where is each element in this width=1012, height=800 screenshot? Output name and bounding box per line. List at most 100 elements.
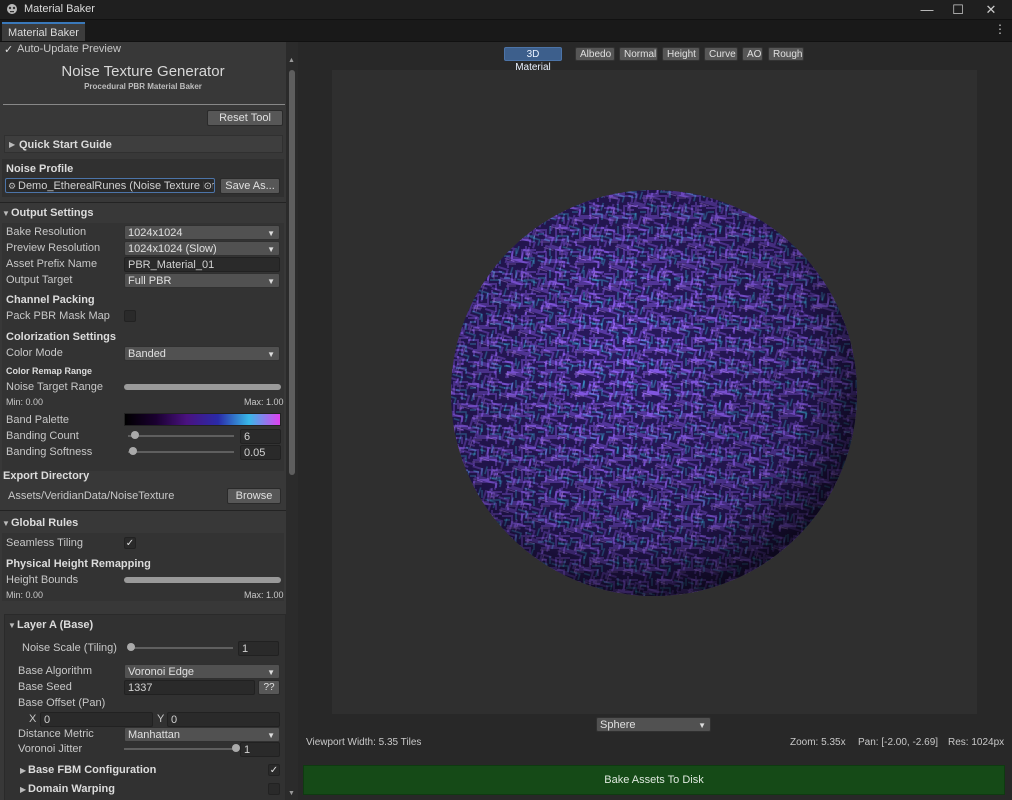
quick-start-label: Quick Start Guide (19, 139, 112, 151)
height-bounds-label: Height Bounds (6, 574, 79, 586)
domain-warping-label[interactable]: Domain Warping (28, 781, 115, 797)
tab-3d-material[interactable]: 3D Material (504, 47, 562, 73)
quick-start-foldout[interactable]: ▶ Quick Start Guide (4, 135, 283, 153)
offset-x-label: X (29, 713, 37, 725)
seamless-tiling-label: Seamless Tiling (6, 537, 84, 549)
zoom-text: Zoom: 5.35x (790, 737, 846, 748)
pack-mask-label: Pack PBR Mask Map (6, 310, 110, 322)
asset-prefix-input[interactable]: PBR_Material_01 (124, 257, 280, 272)
output-target-dropdown[interactable]: Full PBR ▼ (124, 273, 280, 288)
scroll-thumb[interactable] (289, 70, 295, 475)
band-palette-label: Band Palette (6, 414, 69, 426)
triangle-down-icon[interactable]: ▼ (8, 621, 16, 630)
tab-albedo[interactable]: Albedo (575, 47, 615, 61)
voronoi-jitter-track (124, 748, 236, 750)
pack-mask-checkbox[interactable] (124, 310, 136, 322)
chevron-down-icon: ▼ (698, 721, 706, 730)
noise-target-range-label: Noise Target Range (6, 381, 104, 393)
distance-metric-dropdown[interactable]: Manhattan ▼ (124, 727, 280, 742)
fbm-foldout-label[interactable]: Base FBM Configuration (28, 762, 156, 778)
band-palette-gradient[interactable] (124, 413, 281, 426)
base-seed-label: Base Seed (18, 681, 72, 693)
base-seed-input[interactable]: 1337 (124, 680, 255, 695)
tab-height[interactable]: Height (662, 47, 700, 61)
output-target-label: Output Target (6, 274, 73, 286)
random-seed-button[interactable]: ?? (258, 680, 280, 695)
title-bar: Material Baker — ☐ ✕ (0, 0, 1012, 20)
preview-resolution-label: Preview Resolution (6, 242, 101, 254)
banding-softness-track (128, 451, 234, 453)
tab-normal[interactable]: Normal (619, 47, 658, 61)
color-remap-heading: Color Remap Range (6, 366, 93, 376)
material-sphere (451, 190, 857, 596)
chevron-down-icon: ▼ (267, 350, 275, 359)
bake-resolution-dropdown[interactable]: 1024x1024 ▼ (124, 225, 280, 240)
tab-rough[interactable]: Rough (768, 47, 804, 61)
layer-a-heading: Layer A (Base) (17, 619, 94, 631)
banding-count-label: Banding Count (6, 430, 79, 442)
range-max-text: Max: 1.00 (244, 397, 284, 407)
offset-y-input[interactable]: 0 (167, 712, 280, 727)
noise-scale-track (131, 647, 233, 649)
tab-ao[interactable]: AO (742, 47, 763, 61)
preview-shape-dropdown[interactable]: Sphere ▼ (596, 717, 711, 732)
close-button[interactable]: ✕ (976, 0, 1006, 19)
tab-bar: Material Baker ⋮ (0, 20, 1012, 42)
preview-resolution-dropdown[interactable]: 1024x1024 (Slow) ▼ (124, 241, 280, 256)
dropdown-value: 1024x1024 (128, 227, 183, 239)
noise-target-range-slider[interactable] (124, 384, 281, 390)
save-as-button[interactable]: Save As... (220, 178, 280, 194)
banding-count-input[interactable]: 6 (240, 429, 281, 444)
browse-button[interactable]: Browse (227, 488, 281, 504)
banding-softness-label: Banding Softness (6, 446, 93, 458)
triangle-right-icon[interactable]: ▶ (20, 785, 26, 794)
checkmark-icon[interactable]: ✓ (4, 43, 13, 56)
export-path: Assets/VeridianData/NoiseTexture (8, 490, 175, 502)
voronoi-jitter-label: Voronoi Jitter (18, 743, 83, 755)
chevron-down-icon: ▼ (267, 277, 275, 286)
reset-tool-button[interactable]: Reset Tool (207, 110, 283, 126)
viewport-width-text: Viewport Width: 5.35 Tiles (306, 737, 422, 748)
divider (0, 510, 286, 511)
noise-scale-handle[interactable] (127, 643, 135, 651)
color-mode-dropdown[interactable]: Banded ▼ (124, 346, 280, 361)
domain-warping-checkbox[interactable] (268, 783, 280, 795)
chevron-down-icon: ▼ (267, 731, 275, 740)
bake-assets-button[interactable]: Bake Assets To Disk (303, 765, 1005, 795)
tab-curve[interactable]: Curve (704, 47, 738, 61)
banding-softness-input[interactable]: 0.05 (240, 445, 281, 460)
seamless-tiling-checkbox[interactable]: ✓ (124, 537, 136, 549)
pan-text: Pan: [-2.00, -2.69] (858, 737, 939, 748)
base-algorithm-dropdown[interactable]: Voronoi Edge ▼ (124, 664, 280, 679)
inspector-scrollbar[interactable]: ▲ ▼ (286, 42, 298, 800)
triangle-right-icon[interactable]: ▶ (20, 766, 26, 775)
minimize-button[interactable]: — (912, 0, 942, 19)
voronoi-jitter-input[interactable]: 1 (240, 742, 280, 757)
dropdown-value: Banded (128, 348, 166, 360)
offset-x-input[interactable]: 0 (40, 712, 153, 727)
physical-height-heading: Physical Height Remapping (6, 558, 151, 570)
voronoi-jitter-handle[interactable] (232, 744, 240, 752)
preview-panel: 3D Material Albedo Normal Height Curve AO Roug… (298, 42, 1012, 800)
profile-object-field[interactable]: ⚙ Demo_EtherealRunes (Noise Texture Prof… (5, 178, 215, 193)
chevron-down-icon: ▼ (267, 229, 275, 238)
auto-update-label: Auto-Update Preview (17, 43, 121, 55)
noise-scale-input[interactable]: 1 (238, 641, 279, 656)
global-rules-heading: Global Rules (11, 517, 79, 529)
target-picker-icon[interactable]: ⊙ (203, 179, 212, 192)
maximize-button[interactable]: ☐ (943, 0, 973, 19)
tab-material-baker[interactable]: Material Baker (2, 22, 85, 41)
dropdown-value: 1024x1024 (Slow) (128, 243, 217, 255)
fbm-checkbox[interactable]: ✓ (268, 764, 280, 776)
height-bounds-slider[interactable] (124, 577, 281, 583)
dropdown-value: Full PBR (128, 275, 172, 287)
window-title: Material Baker (24, 3, 95, 15)
triangle-down-icon[interactable]: ▼ (2, 209, 10, 218)
scroll-down-icon[interactable]: ▼ (288, 790, 295, 797)
colorization-heading: Colorization Settings (6, 331, 116, 343)
preview-viewport[interactable] (332, 70, 977, 714)
kebab-menu-icon[interactable]: ⋮ (994, 22, 1006, 36)
asset-prefix-label: Asset Prefix Name (6, 258, 98, 270)
triangle-down-icon[interactable]: ▼ (2, 519, 10, 528)
scroll-up-icon[interactable]: ▲ (288, 57, 295, 64)
